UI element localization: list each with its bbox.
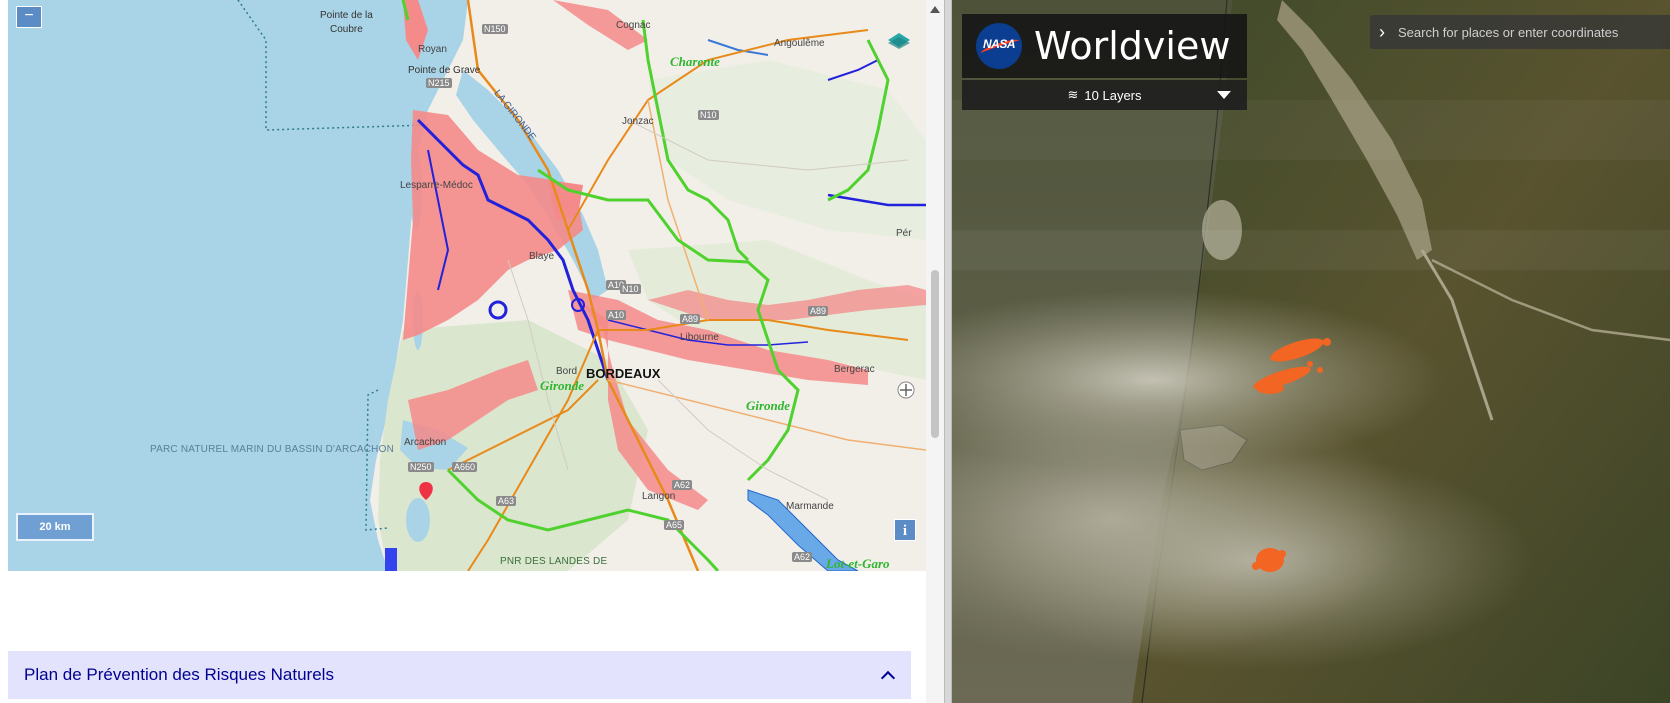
label-road-a10: A10	[606, 310, 627, 320]
risk-map[interactable]: Pointe de la Coubre Royan Pointe de Grav…	[8, 0, 926, 571]
label-road-a63: A63	[496, 496, 517, 506]
label-charente: Charente	[670, 54, 720, 69]
page-scrollbar[interactable]	[926, 0, 944, 703]
label-road-n150: N150	[482, 24, 508, 34]
label-road-n10b: N10	[620, 284, 641, 294]
label-road-a62: A62	[672, 480, 693, 490]
label-royan: Royan	[418, 44, 447, 55]
label-jonzac: Jonzac	[622, 116, 654, 127]
layers-count-label: 10 Layers	[1084, 87, 1142, 103]
left-pane: Pointe de la Coubre Royan Pointe de Grav…	[0, 0, 944, 703]
label-lesparre: Lesparre-Médoc	[400, 180, 473, 191]
label-road-n250: N250	[408, 462, 434, 472]
label-bordeaux: BORDEAUX	[586, 366, 661, 381]
search-input[interactable]	[1394, 24, 1664, 40]
label-cognac: Cognac	[616, 20, 651, 31]
chevron-up-icon	[880, 670, 896, 686]
label-pointe-coubre-1: Pointe de la	[320, 10, 373, 21]
accordion-ppr[interactable]: Plan de Prévention des Risques Naturels	[8, 651, 911, 699]
caret-down-icon	[1217, 91, 1231, 99]
layers-toggle-button[interactable]: ≋ 10 Layers	[962, 80, 1247, 110]
scale-bar: 20 km	[16, 513, 94, 541]
stack-icon: ≋	[1067, 87, 1079, 102]
label-arcachon: Arcachon	[404, 437, 447, 448]
search-bar: ›	[1370, 15, 1670, 49]
label-bordeaux-small: Bord	[556, 366, 578, 377]
nasa-logo[interactable]: NASA	[976, 23, 1022, 69]
split-divider[interactable]	[944, 0, 952, 703]
label-parc-marin: PARC NATUREL MARIN DU BASSIN D'ARCACHON	[150, 444, 394, 455]
scroll-up-arrow-icon[interactable]	[930, 6, 940, 13]
worldview-pane[interactable]: NASA Worldview ≋ 10 Layers ›	[952, 0, 1670, 703]
label-libourne: Libourne	[680, 332, 719, 343]
label-blaye: Blaye	[529, 251, 555, 262]
label-angouleme: Angoulême	[774, 38, 825, 49]
nasa-logo-text: NASA	[982, 37, 1016, 51]
worldview-header: NASA Worldview ≋ 10 Layers	[962, 14, 1247, 110]
label-road-n10: N10	[698, 110, 719, 120]
label-pointe-grave: Pointe de Grave	[408, 65, 481, 76]
label-road-a660: A660	[452, 462, 478, 472]
label-bergerac: Bergerac	[834, 364, 875, 375]
label-road-a65: A65	[664, 520, 685, 530]
info-button[interactable]: i	[894, 519, 916, 541]
accordion-title: Plan de Prévention des Risques Naturels	[24, 665, 334, 684]
label-road-a89: A89	[680, 314, 701, 324]
label-gironde-1: Gironde	[540, 378, 585, 393]
label-pointe-coubre-2: Coubre	[330, 24, 363, 35]
app-title: Worldview	[1034, 24, 1231, 68]
label-marmande: Marmande	[786, 501, 834, 512]
app-root: Pointe de la Coubre Royan Pointe de Grav…	[0, 0, 1670, 703]
label-road-a89b: A89	[808, 306, 829, 316]
label-gironde-2: Gironde	[746, 398, 791, 413]
label-langon: Langon	[642, 491, 676, 502]
label-road-n215: N215	[426, 78, 452, 88]
zoom-out-button[interactable]: −	[16, 6, 42, 28]
layers-icon[interactable]	[886, 28, 912, 54]
worldview-title-box: NASA Worldview	[962, 14, 1247, 78]
label-per: Pér	[896, 228, 912, 239]
label-lot-garonne: Lot-et-Garo	[826, 556, 890, 571]
label-pnr-landes: PNR DES LANDES DE	[500, 556, 608, 567]
map-canvas	[237, 0, 926, 571]
scroll-thumb[interactable]	[931, 270, 939, 438]
chevron-right-icon[interactable]: ›	[1370, 15, 1394, 49]
label-road-a62b: A62	[792, 552, 813, 562]
